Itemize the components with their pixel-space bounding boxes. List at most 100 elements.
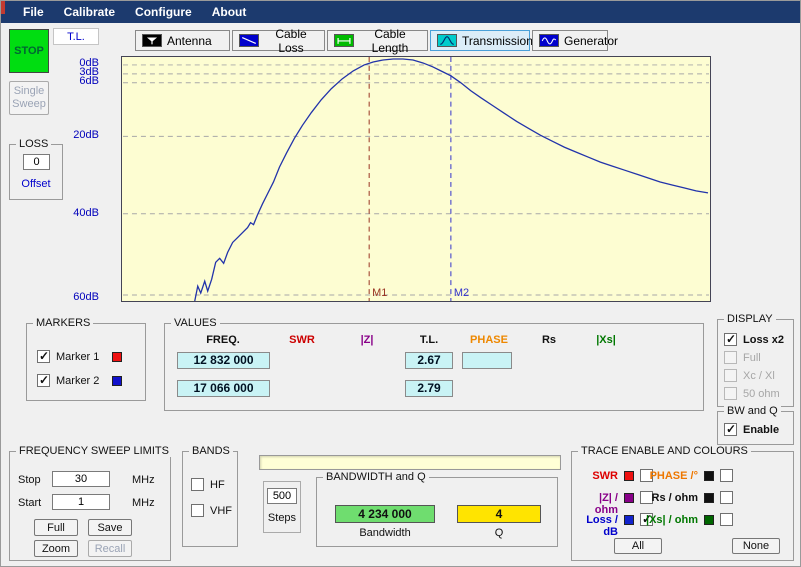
scale-label-40db: 40dB <box>51 207 99 219</box>
toolbar-transmission-button[interactable]: Transmission <box>430 30 530 51</box>
bandwidth-value: 4 234 000 <box>335 505 435 523</box>
recall-sweep-button[interactable]: Recall <box>88 540 132 557</box>
antenna-icon <box>142 34 162 47</box>
xc-xl-label: Xc / Xl <box>743 370 775 382</box>
status-bar <box>259 455 561 470</box>
marker1-freq-value: 12 832 000 <box>177 352 270 369</box>
hf-band-checkbox[interactable] <box>191 478 204 491</box>
markers-group-title: MARKERS <box>33 317 93 329</box>
toolbar-antenna-label: Antenna <box>167 34 212 48</box>
menu-configure[interactable]: Configure <box>125 1 202 23</box>
full-display-checkbox[interactable] <box>724 351 737 364</box>
hf-band-label: HF <box>210 479 225 491</box>
trace-z-label: |Z| / ohm <box>574 492 618 516</box>
cable-loss-icon <box>239 34 259 47</box>
marker-label: M1 <box>372 287 387 299</box>
values-header-z: |Z| <box>361 334 374 346</box>
values-group-title: VALUES <box>171 317 220 329</box>
full-display-label: Full <box>743 352 761 364</box>
trace-all-button[interactable]: All <box>614 538 662 554</box>
toolbar-transmission-label: Transmission <box>462 34 533 48</box>
toolbar-cable-loss-button[interactable]: Cable Loss <box>232 30 325 51</box>
frequency-sweep-group: FREQUENCY SWEEP LIMITS Stop MHz Start MH… <box>9 451 171 561</box>
fifty-ohm-label: 50 ohm <box>743 388 780 400</box>
menu-file[interactable]: File <box>13 1 54 23</box>
scale-label-60db: 60dB <box>51 291 99 303</box>
generator-icon <box>539 34 559 47</box>
marker1-phase-value <box>462 352 512 369</box>
menubar: File Calibrate Configure About <box>1 1 800 23</box>
loss-group: LOSS Offset <box>9 144 63 200</box>
trace-phase-label: PHASE /° <box>628 470 698 482</box>
bands-group-title: BANDS <box>189 445 233 457</box>
xc-xl-checkbox[interactable] <box>724 369 737 382</box>
loss-x2-checkbox[interactable] <box>724 333 737 346</box>
app-window: File Calibrate Configure About STOP Sing… <box>0 0 801 567</box>
start-freq-input[interactable] <box>52 494 110 510</box>
display-group-title: DISPLAY <box>724 313 776 325</box>
bandwidth-q-title: BANDWIDTH and Q <box>323 471 429 483</box>
tl-units-box: T.L. <box>53 28 99 45</box>
trace-enable-group: TRACE ENABLE AND COLOURS SWR |Z| / ohm L… <box>571 451 794 561</box>
save-sweep-button[interactable]: Save <box>88 519 132 536</box>
vhf-band-label: VHF <box>210 505 232 517</box>
stop-freq-label: Stop <box>18 474 41 486</box>
trace-swr-label: SWR <box>574 470 618 482</box>
bandwidth-q-group: BANDWIDTH and Q 4 234 000 Bandwidth 4 Q <box>316 477 558 547</box>
marker-label: M2 <box>454 287 469 299</box>
toolbar-cable-length-label: Cable Length <box>359 27 421 55</box>
values-header-freq: FREQ. <box>206 334 240 346</box>
trace-none-button[interactable]: None <box>732 538 780 554</box>
stop-freq-input[interactable] <box>52 471 110 487</box>
chart-area[interactable]: M1 M2 <box>121 56 711 302</box>
toolbar-cable-length-button[interactable]: Cable Length <box>327 30 428 51</box>
loss-group-title: LOSS <box>16 138 51 150</box>
chart-svg: M1 M2 <box>122 57 710 301</box>
trace-rs-checkbox[interactable] <box>720 491 733 504</box>
trace-loss-label: Loss / dB <box>574 514 618 538</box>
stop-freq-unit: MHz <box>132 474 155 486</box>
trace-phase-checkbox[interactable] <box>720 469 733 482</box>
steps-input[interactable] <box>267 488 297 504</box>
single-sweep-button[interactable]: Single Sweep <box>9 81 49 115</box>
values-header-swr: SWR <box>289 334 315 346</box>
menu-calibrate[interactable]: Calibrate <box>54 1 125 23</box>
trace-enable-title: TRACE ENABLE AND COLOURS <box>578 445 751 457</box>
marker2-freq-value: 17 066 000 <box>177 380 270 397</box>
loss-offset-input[interactable] <box>23 154 50 170</box>
trace-phase-swatch <box>704 471 714 481</box>
frequency-sweep-title: FREQUENCY SWEEP LIMITS <box>16 445 172 457</box>
values-header-xs: |Xs| <box>596 334 616 346</box>
marker1-checkbox[interactable] <box>37 350 50 363</box>
menu-about[interactable]: About <box>202 1 257 23</box>
bw-q-group: BW and Q Enable <box>717 411 794 445</box>
q-value: 4 <box>457 505 541 523</box>
q-label: Q <box>457 527 541 539</box>
trace-xs-checkbox[interactable] <box>720 513 733 526</box>
bwq-enable-checkbox[interactable] <box>724 423 737 436</box>
values-header-tl: T.L. <box>420 334 438 346</box>
values-header-phase: PHASE <box>470 334 508 346</box>
toolbar-antenna-button[interactable]: Antenna <box>135 30 230 51</box>
marker2-checkbox[interactable] <box>37 374 50 387</box>
bwq-enable-label: Enable <box>743 424 779 436</box>
full-sweep-button[interactable]: Full <box>34 519 78 536</box>
steps-label: Steps <box>264 512 300 524</box>
toolbar-generator-button[interactable]: Generator <box>532 30 608 51</box>
trace-xs-label: |Xs| / ohm <box>628 514 698 526</box>
zoom-sweep-button[interactable]: Zoom <box>34 540 78 557</box>
vhf-band-checkbox[interactable] <box>191 504 204 517</box>
cable-length-icon <box>334 34 354 47</box>
values-header-rs: Rs <box>542 334 556 346</box>
start-freq-unit: MHz <box>132 497 155 509</box>
display-group: DISPLAY Loss x2 Full Xc / Xl 50 ohm <box>717 319 794 407</box>
marker1-color-swatch <box>112 352 122 362</box>
window-edge-accent <box>1 1 5 14</box>
loss-offset-label: Offset <box>10 178 62 190</box>
fifty-ohm-checkbox[interactable] <box>724 387 737 400</box>
marker2-label: Marker 2 <box>56 375 106 387</box>
stop-button[interactable]: STOP <box>9 29 49 73</box>
marker1-label: Marker 1 <box>56 351 106 363</box>
marker1-tl-value: 2.67 <box>405 352 453 369</box>
start-freq-label: Start <box>18 497 41 509</box>
